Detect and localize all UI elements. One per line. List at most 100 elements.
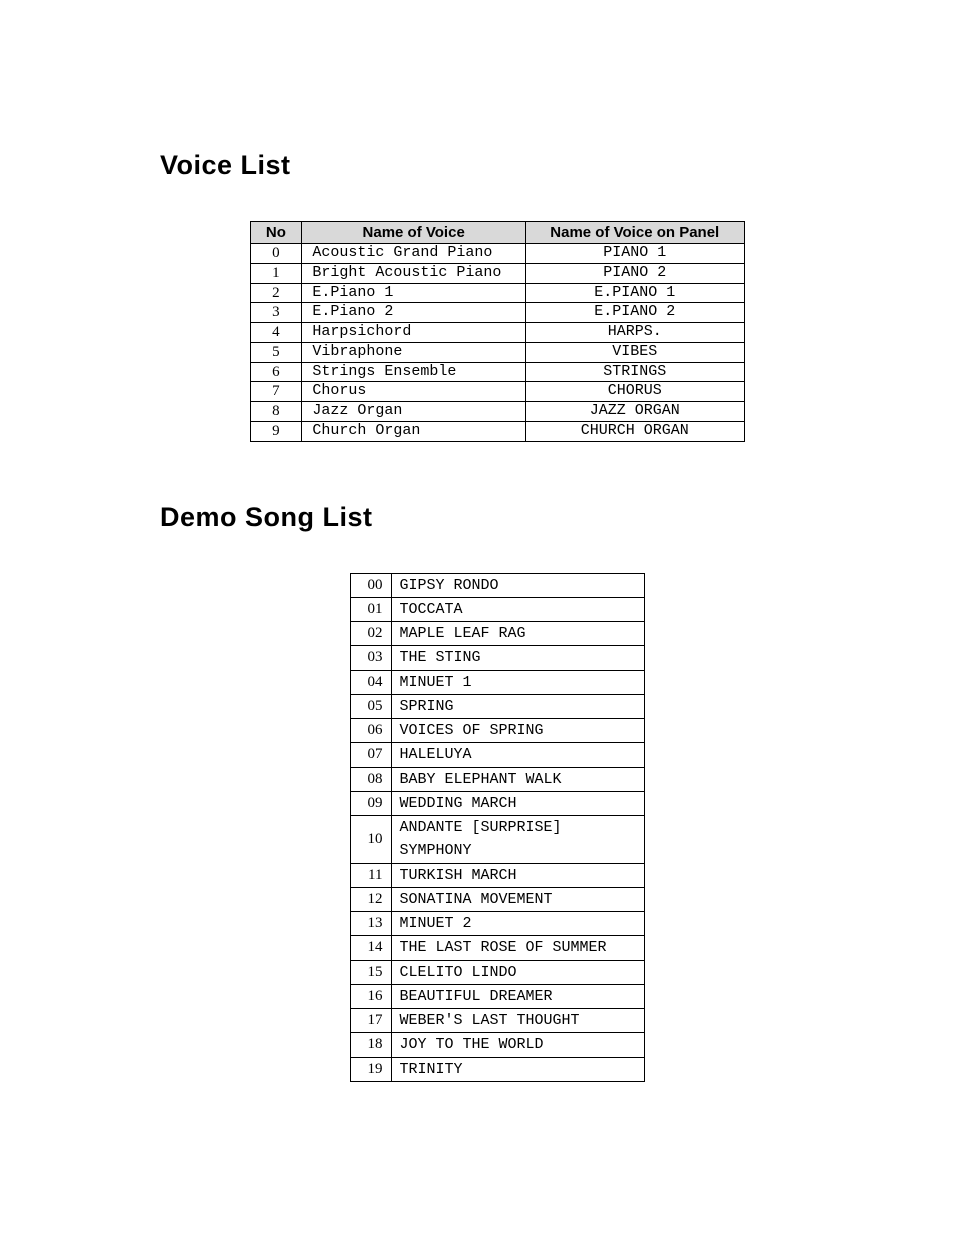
table-row: 06VOICES OF SPRING (350, 719, 644, 743)
song-no: 17 (350, 1009, 391, 1033)
song-name: TRINITY (391, 1057, 644, 1081)
voice-no: 9 (250, 421, 302, 441)
table-row: 2E.Piano 1E.PIANO 1 (250, 283, 744, 303)
voice-panel-name: PIANO 2 (526, 263, 745, 283)
table-row: 0Acoustic Grand PianoPIANO 1 (250, 244, 744, 264)
song-name: THE STING (391, 646, 644, 670)
song-no: 03 (350, 646, 391, 670)
demo-song-list-heading: Demo Song List (160, 502, 834, 533)
voice-panel-name: HARPS. (526, 323, 745, 343)
song-name: MAPLE LEAF RAG (391, 622, 644, 646)
song-name: SPRING (391, 694, 644, 718)
song-no: 14 (350, 936, 391, 960)
voice-no: 5 (250, 342, 302, 362)
page: Voice List No Name of Voice Name of Voic… (0, 0, 954, 1082)
song-name: GIPSY RONDO (391, 573, 644, 597)
table-row: 00GIPSY RONDO (350, 573, 644, 597)
voice-list-heading: Voice List (160, 150, 834, 181)
voice-panel-name: CHORUS (526, 382, 745, 402)
song-name: CLELITO LINDO (391, 960, 644, 984)
table-row: 18JOY TO THE WORLD (350, 1033, 644, 1057)
song-no: 18 (350, 1033, 391, 1057)
voice-header-no: No (250, 222, 302, 244)
voice-panel-name: PIANO 1 (526, 244, 745, 264)
song-name: WEBER'S LAST THOUGHT (391, 1009, 644, 1033)
voice-name: Vibraphone (302, 342, 526, 362)
song-name: WEDDING MARCH (391, 791, 644, 815)
table-row: 10ANDANTE [SURPRISE] SYMPHONY (350, 816, 644, 864)
song-no: 01 (350, 597, 391, 621)
voice-name: Bright Acoustic Piano (302, 263, 526, 283)
table-row: 4HarpsichordHARPS. (250, 323, 744, 343)
voice-no: 8 (250, 402, 302, 422)
voice-name: Harpsichord (302, 323, 526, 343)
voice-panel-name: E.PIANO 1 (526, 283, 745, 303)
song-no: 16 (350, 984, 391, 1008)
voice-name: Chorus (302, 382, 526, 402)
song-no: 07 (350, 743, 391, 767)
song-name: TURKISH MARCH (391, 863, 644, 887)
table-row: 12SONATINA MOVEMENT (350, 887, 644, 911)
song-name: BABY ELEPHANT WALK (391, 767, 644, 791)
song-no: 10 (350, 816, 391, 864)
voice-header-name: Name of Voice (302, 222, 526, 244)
voice-no: 1 (250, 263, 302, 283)
voice-no: 4 (250, 323, 302, 343)
table-row: 09WEDDING MARCH (350, 791, 644, 815)
song-name: HALELUYA (391, 743, 644, 767)
table-row: 13MINUET 2 (350, 912, 644, 936)
song-no: 04 (350, 670, 391, 694)
voice-header-panel: Name of Voice on Panel (526, 222, 745, 244)
voice-panel-name: STRINGS (526, 362, 745, 382)
song-no: 08 (350, 767, 391, 791)
table-row: 15CLELITO LINDO (350, 960, 644, 984)
table-row: 04MINUET 1 (350, 670, 644, 694)
voice-panel-name: JAZZ ORGAN (526, 402, 745, 422)
voice-no: 3 (250, 303, 302, 323)
table-row: 19TRINITY (350, 1057, 644, 1081)
song-no: 00 (350, 573, 391, 597)
table-row: 05SPRING (350, 694, 644, 718)
song-no: 09 (350, 791, 391, 815)
voice-panel-name: VIBES (526, 342, 745, 362)
song-no: 05 (350, 694, 391, 718)
table-row: 6Strings EnsembleSTRINGS (250, 362, 744, 382)
voice-table-header-row: No Name of Voice Name of Voice on Panel (250, 222, 744, 244)
voice-name: E.Piano 2 (302, 303, 526, 323)
table-row: 01TOCCATA (350, 597, 644, 621)
song-name: SONATINA MOVEMENT (391, 887, 644, 911)
voice-name: Jazz Organ (302, 402, 526, 422)
song-name: MINUET 2 (391, 912, 644, 936)
table-row: 7ChorusCHORUS (250, 382, 744, 402)
song-name: VOICES OF SPRING (391, 719, 644, 743)
song-table: 00GIPSY RONDO01TOCCATA02MAPLE LEAF RAG03… (350, 573, 645, 1082)
voice-table: No Name of Voice Name of Voice on Panel … (250, 221, 745, 442)
voice-name: Strings Ensemble (302, 362, 526, 382)
voice-panel-name: E.PIANO 2 (526, 303, 745, 323)
song-no: 13 (350, 912, 391, 936)
song-name: JOY TO THE WORLD (391, 1033, 644, 1057)
table-row: 16BEAUTIFUL DREAMER (350, 984, 644, 1008)
table-row: 5VibraphoneVIBES (250, 342, 744, 362)
song-name: ANDANTE [SURPRISE] SYMPHONY (391, 816, 644, 864)
table-row: 03THE STING (350, 646, 644, 670)
voice-no: 0 (250, 244, 302, 264)
song-no: 15 (350, 960, 391, 984)
table-row: 11TURKISH MARCH (350, 863, 644, 887)
table-row: 07HALELUYA (350, 743, 644, 767)
voice-name: Church Organ (302, 421, 526, 441)
song-no: 02 (350, 622, 391, 646)
table-row: 02MAPLE LEAF RAG (350, 622, 644, 646)
voice-name: E.Piano 1 (302, 283, 526, 303)
table-row: 08BABY ELEPHANT WALK (350, 767, 644, 791)
voice-no: 2 (250, 283, 302, 303)
table-row: 3E.Piano 2E.PIANO 2 (250, 303, 744, 323)
table-row: 1Bright Acoustic PianoPIANO 2 (250, 263, 744, 283)
song-name: BEAUTIFUL DREAMER (391, 984, 644, 1008)
song-name: THE LAST ROSE OF SUMMER (391, 936, 644, 960)
voice-panel-name: CHURCH ORGAN (526, 421, 745, 441)
voice-no: 6 (250, 362, 302, 382)
song-name: MINUET 1 (391, 670, 644, 694)
song-no: 11 (350, 863, 391, 887)
voice-name: Acoustic Grand Piano (302, 244, 526, 264)
